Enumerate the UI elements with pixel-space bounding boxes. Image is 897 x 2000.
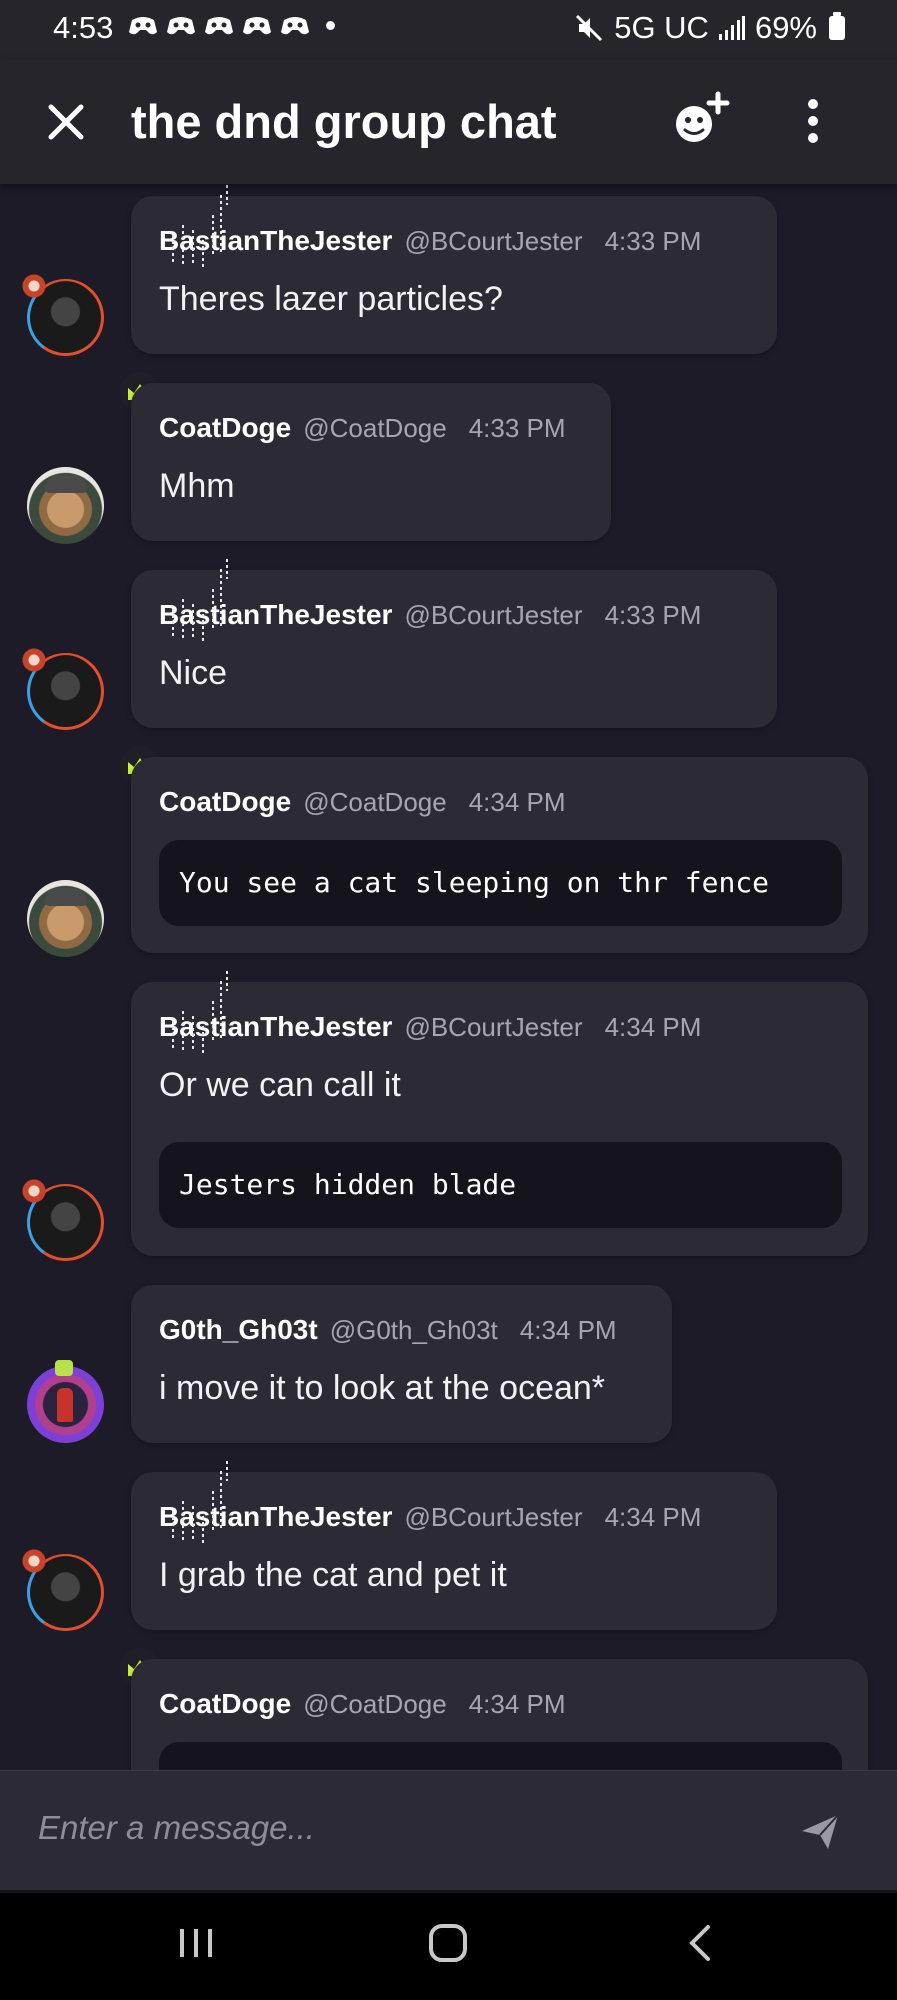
avatar[interactable]	[21, 1178, 104, 1261]
message-text: I grab the cat and pet it	[159, 1556, 507, 1594]
battery-icon	[829, 12, 845, 40]
discord-notification-icon	[205, 17, 233, 35]
user-handle: @G0th_Gh03t	[329, 1315, 498, 1345]
timestamp: 4:33 PM	[604, 226, 702, 256]
system-nav-bar	[0, 1893, 897, 2000]
username[interactable]: BastianTheJester	[159, 225, 392, 256]
chat-title: the dnd group chat	[131, 95, 557, 148]
timestamp: 4:33 PM	[468, 413, 566, 443]
user-handle: @BCourtJester	[404, 1502, 583, 1532]
message-header: CoatDoge @CoatDoge 4:34 PM	[159, 1688, 566, 1720]
network-type: 5G UC	[614, 10, 709, 45]
message-list[interactable]: BastianTheJester @BCourtJester 4:33 PM T…	[0, 184, 897, 1770]
message-header: G0th_Gh03t @G0th_Gh03t 4:34 PM	[159, 1314, 617, 1346]
discord-notification-icon	[281, 17, 309, 35]
message-input[interactable]: Enter a message...	[38, 1809, 315, 1847]
message-bubble[interactable]: CoatDoge @CoatDoge 4:33 PM Mhm	[131, 383, 611, 541]
message-bubble[interactable]: BastianTheJester @BCourtJester 4:34 PM O…	[131, 971, 868, 1256]
notification-icons	[128, 14, 335, 36]
code-block: Jesters hidden blade	[159, 1142, 842, 1228]
timestamp: 4:34 PM	[604, 1012, 702, 1042]
timestamp: 4:34 PM	[468, 787, 566, 817]
username-container: BastianTheJester	[159, 185, 392, 270]
user-handle: @CoatDoge	[303, 787, 447, 817]
discord-notification-icon	[243, 17, 271, 35]
user-handle: @CoatDoge	[303, 413, 447, 443]
message-composer: Enter a message...	[0, 1770, 897, 1891]
message-bubble[interactable]: BastianTheJester @BCourtJester 4:34 PM I…	[131, 1461, 777, 1630]
username[interactable]: BastianTheJester	[159, 1011, 392, 1042]
chat-header: the dnd group chat	[0, 60, 897, 184]
home-icon[interactable]	[428, 1923, 468, 1963]
close-icon[interactable]	[46, 102, 86, 142]
message-text: i move it to look at the ocean*	[159, 1369, 606, 1407]
discord-notification-icon	[129, 17, 157, 35]
message-header: CoatDoge @CoatDoge 4:34 PM	[159, 786, 566, 818]
user-handle: @BCourtJester	[404, 600, 583, 630]
more-notifications-dot	[326, 20, 335, 30]
username-container: BastianTheJester	[159, 971, 392, 1056]
user-handle: @BCourtJester	[404, 226, 583, 256]
timestamp: 4:34 PM	[604, 1502, 702, 1532]
message-bubble[interactable]: G0th_Gh03t @G0th_Gh03t 4:34 PM i move it…	[131, 1285, 672, 1443]
username[interactable]: CoatDoge	[159, 786, 291, 818]
avatar[interactable]	[21, 1548, 104, 1631]
signal-icon	[718, 16, 745, 40]
message-text: Theres lazer particles?	[159, 280, 503, 318]
message-header: BastianTheJester @BCourtJester 4:34 PM	[159, 971, 702, 1056]
code-block: You see a cat sleeping on thr fence	[159, 840, 842, 926]
message-bubble[interactable]: CoatDoge @CoatDoge 4:34 PM You see a cat…	[131, 757, 868, 953]
timestamp: 4:34 PM	[468, 1689, 566, 1719]
username[interactable]: CoatDoge	[159, 412, 291, 444]
username-container: BastianTheJester	[159, 559, 392, 644]
mute-icon	[576, 14, 603, 42]
username-container: BastianTheJester	[159, 1461, 392, 1546]
user-handle: @BCourtJester	[404, 1012, 583, 1042]
more-options-icon[interactable]	[796, 98, 830, 144]
battery-percent: 69%	[754, 10, 817, 45]
message-text: Mhm	[159, 467, 235, 505]
back-icon[interactable]	[680, 1923, 720, 1963]
timestamp: 4:34 PM	[519, 1315, 617, 1345]
avatar[interactable]	[21, 647, 104, 730]
send-icon[interactable]	[800, 1811, 840, 1851]
timestamp: 4:33 PM	[604, 600, 702, 630]
username[interactable]: G0th_Gh03t	[159, 1314, 318, 1346]
message-header: BastianTheJester @BCourtJester 4:33 PM	[159, 185, 702, 270]
discord-notification-icon	[167, 17, 195, 35]
user-handle: @CoatDoge	[303, 1689, 447, 1719]
avatar[interactable]	[27, 880, 104, 957]
username[interactable]: BastianTheJester	[159, 1501, 392, 1532]
status-right: 5G UC 69%	[574, 10, 845, 46]
message-header: CoatDoge @CoatDoge 4:33 PM	[159, 412, 566, 444]
status-time: 4:53	[53, 10, 114, 45]
avatar[interactable]	[27, 1360, 104, 1443]
status-bar: 4:53 5G UC 69%	[0, 0, 897, 60]
message-header: BastianTheJester @BCourtJester 4:34 PM	[159, 1461, 702, 1546]
avatar[interactable]	[21, 273, 104, 356]
username[interactable]: BastianTheJester	[159, 599, 392, 630]
message-text: Nice	[159, 654, 228, 692]
message-text: Or we can call it	[159, 1066, 401, 1104]
message-bubble[interactable]: BastianTheJester @BCourtJester 4:33 PM N…	[131, 559, 777, 728]
avatar[interactable]	[27, 467, 104, 544]
recent-apps-icon[interactable]	[176, 1923, 216, 1963]
message-bubble[interactable]: CoatDoge @CoatDoge 4:34 PM	[131, 1659, 868, 1770]
code-block	[159, 1742, 842, 1770]
add-member-icon[interactable]	[670, 90, 732, 150]
message-header: BastianTheJester @BCourtJester 4:33 PM	[159, 559, 702, 644]
message-bubble[interactable]: BastianTheJester @BCourtJester 4:33 PM T…	[131, 185, 777, 354]
username[interactable]: CoatDoge	[159, 1688, 291, 1720]
